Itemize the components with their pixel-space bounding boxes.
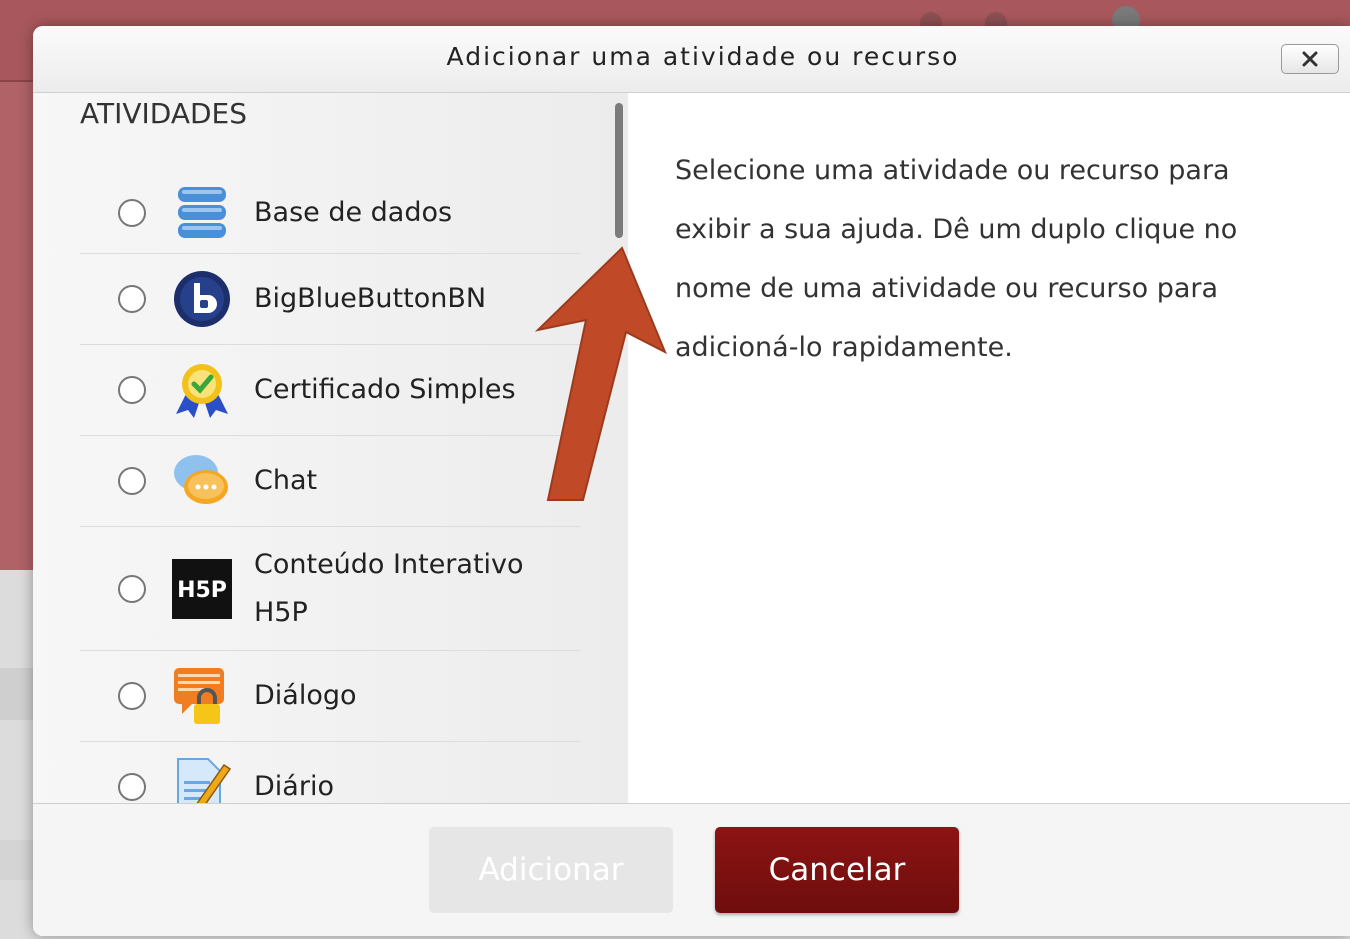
activity-label: BigBlueButtonBN bbox=[254, 283, 487, 314]
activity-option-h5p[interactable]: H5P Conteúdo Interativo H5P bbox=[80, 527, 580, 651]
activity-label: Base de dados bbox=[254, 197, 453, 228]
add-button[interactable]: Adicionar bbox=[429, 827, 673, 913]
activity-option-chat[interactable]: Chat bbox=[80, 436, 580, 527]
activity-label: Certificado Simples bbox=[254, 374, 516, 405]
activity-radio[interactable] bbox=[118, 376, 146, 404]
dialogue-icon bbox=[174, 668, 224, 724]
activity-radio[interactable] bbox=[118, 467, 146, 495]
bigbluebutton-icon bbox=[174, 271, 230, 327]
activity-option-certificate[interactable]: Certificado Simples bbox=[80, 345, 580, 436]
close-button[interactable] bbox=[1281, 44, 1339, 74]
journal-icon bbox=[177, 758, 232, 803]
dialog-header: Adicionar uma atividade ou recurso bbox=[33, 26, 1350, 93]
certificate-icon bbox=[176, 364, 228, 418]
database-icon bbox=[178, 187, 226, 238]
activity-option-database[interactable]: Base de dados bbox=[80, 173, 580, 254]
help-text: Selecione uma atividade ou recurso para … bbox=[675, 155, 1238, 363]
dialog-footer: Adicionar Cancelar bbox=[33, 803, 1350, 936]
activity-radio[interactable] bbox=[118, 682, 146, 710]
activity-radio[interactable] bbox=[118, 285, 146, 313]
activity-label: Diário bbox=[254, 771, 334, 802]
activity-radio[interactable] bbox=[118, 199, 146, 227]
activity-label: Chat bbox=[254, 465, 318, 496]
help-panel: Selecione uma atividade ou recurso para … bbox=[628, 93, 1350, 803]
activity-radio[interactable] bbox=[118, 773, 146, 801]
activity-option-journal[interactable]: Diário bbox=[80, 742, 580, 803]
chat-icon bbox=[174, 455, 228, 504]
activity-option-bigbluebutton[interactable]: BigBlueButtonBN bbox=[80, 254, 580, 345]
activity-label: Conteúdo Interativo H5P bbox=[254, 549, 524, 628]
activity-list: Base de dados BigBlueButtonBN Certificad… bbox=[80, 173, 580, 803]
activity-label: Diálogo bbox=[254, 680, 357, 711]
svg-text:H5P: H5P bbox=[177, 578, 227, 603]
options-panel[interactable]: ATIVIDADES Base de dados BigBlueButtonBN… bbox=[33, 93, 628, 803]
activity-radio[interactable] bbox=[118, 574, 146, 603]
h5p-icon: H5P bbox=[172, 558, 232, 619]
close-icon bbox=[1302, 51, 1318, 67]
options-scrollbar[interactable] bbox=[615, 103, 623, 238]
activity-chooser-dialog: Adicionar uma atividade ou recurso ATIVI… bbox=[33, 26, 1350, 936]
cancel-button[interactable]: Cancelar bbox=[715, 827, 959, 913]
dialog-title: Adicionar uma atividade ou recurso bbox=[446, 42, 960, 71]
section-title-activities: ATIVIDADES bbox=[80, 97, 248, 130]
activity-option-dialogue[interactable]: Diálogo bbox=[80, 651, 580, 742]
